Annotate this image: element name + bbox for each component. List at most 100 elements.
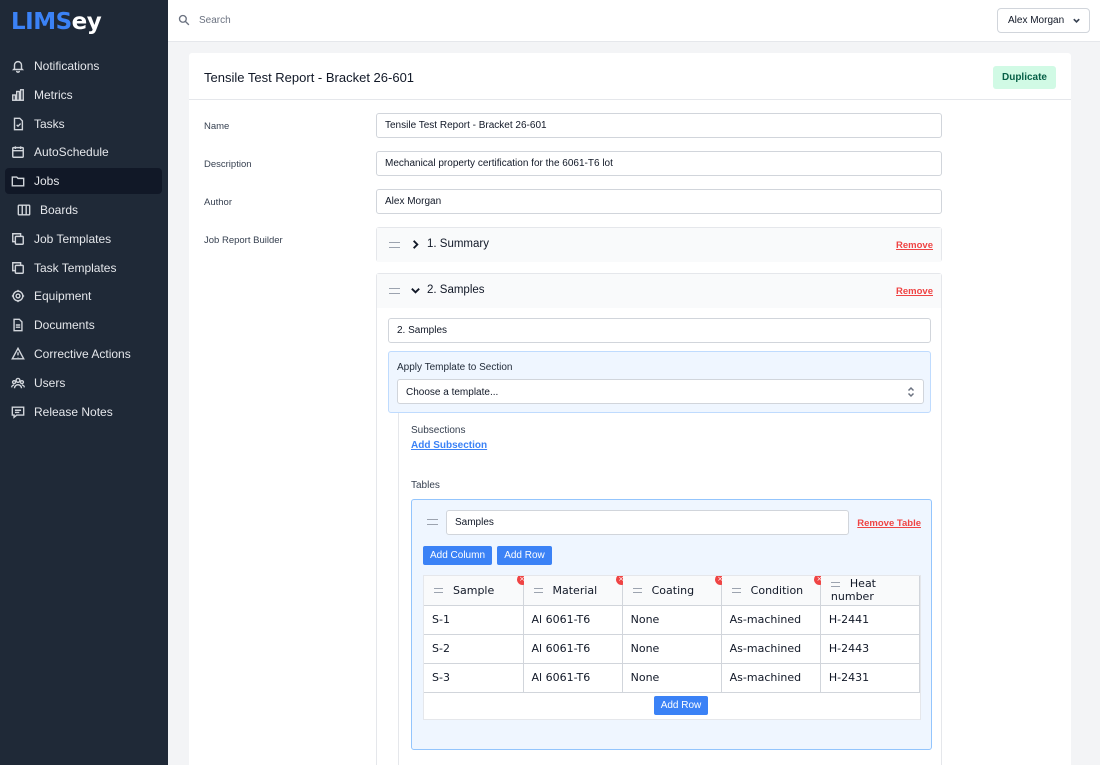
sidebar-item-tasks[interactable]: Tasks	[5, 111, 162, 137]
column-header[interactable]: Coating ×	[622, 576, 726, 606]
section-header[interactable]: 1. Summary Remove	[377, 228, 941, 262]
drag-handle-icon[interactable]	[434, 588, 443, 594]
builder-label: Job Report Builder	[204, 235, 283, 246]
sidebar-item-release-notes[interactable]: Release Notes	[5, 399, 162, 425]
section-title: 1. Summary	[427, 238, 489, 250]
chevron-right-icon[interactable]	[410, 239, 421, 250]
section-summary: 1. Summary Remove	[376, 227, 942, 262]
table-cell[interactable]: Al 6061-T6	[523, 634, 623, 664]
sidebar-item-notifications[interactable]: Notifications	[5, 53, 162, 79]
chat-icon	[11, 405, 25, 419]
section-samples: 2. Samples Remove Apply Template to Sect…	[376, 273, 942, 765]
section-header[interactable]: 2. Samples Remove	[377, 274, 941, 308]
clipboard-check-icon	[11, 117, 25, 131]
column-header[interactable]: Sample ×	[424, 576, 528, 606]
add-subsection-link[interactable]: Add Subsection	[411, 440, 487, 451]
table-cell[interactable]: S-2	[424, 634, 524, 664]
sidebar-item-label: Job Templates	[34, 231, 112, 246]
document-icon	[11, 318, 25, 332]
add-row-bottom-button[interactable]: Add Row	[654, 696, 708, 715]
columns-icon	[17, 203, 31, 217]
table-cell[interactable]: Al 6061-T6	[523, 663, 623, 693]
column-header-label: Material	[552, 583, 598, 597]
page-title: Tensile Test Report - Bracket 26-601	[204, 70, 415, 85]
sidebar-item-autoschedule[interactable]: AutoSchedule	[5, 139, 162, 165]
table-cell[interactable]: H-2431	[820, 663, 920, 693]
drag-handle-icon[interactable]	[389, 288, 400, 294]
drag-handle-icon[interactable]	[389, 242, 400, 248]
sidebar-item-label: Boards	[40, 202, 79, 217]
drag-handle-icon[interactable]	[731, 588, 741, 594]
search-input[interactable]	[199, 14, 399, 26]
sidebar-item-label: Documents	[34, 318, 95, 333]
sidebar-item-label: Jobs	[34, 174, 60, 189]
drag-handle-icon[interactable]	[427, 519, 438, 525]
table-cell[interactable]: Al 6061-T6	[523, 605, 623, 635]
table-header-row: Sample × Material × Coating × Condition × He…	[424, 576, 920, 606]
duplicate-button[interactable]: Duplicate	[993, 66, 1056, 89]
column-header-label: Sample	[453, 583, 495, 597]
column-header[interactable]: Heat number	[820, 576, 920, 606]
add-column-button[interactable]: Add Column	[423, 546, 492, 565]
author-field[interactable]	[376, 189, 942, 214]
table-cell[interactable]: S-3	[424, 663, 524, 693]
calendar-icon	[11, 145, 25, 159]
gear-icon	[11, 289, 25, 303]
remove-section-button[interactable]: Remove	[896, 286, 933, 297]
sidebar-item-jobs[interactable]: Jobs	[5, 168, 162, 195]
author-label: Author	[204, 197, 232, 208]
name-field[interactable]	[376, 113, 942, 138]
table-row: S-3 Al 6061-T6 None As-machined H-2431	[424, 663, 920, 693]
column-header[interactable]: Material ×	[523, 576, 627, 606]
bar-chart-icon	[11, 88, 25, 102]
sidebar-item-documents[interactable]: Documents	[5, 312, 162, 338]
sidebar-item-users[interactable]: Users	[5, 370, 162, 396]
section-title-input[interactable]	[388, 318, 931, 343]
description-field[interactable]	[376, 151, 942, 176]
sidebar-item-job-templates[interactable]: Job Templates	[5, 226, 162, 252]
drag-handle-icon[interactable]	[533, 588, 543, 594]
description-label: Description	[204, 159, 252, 170]
sidebar-item-boards[interactable]: Boards	[5, 197, 162, 223]
logo-part2: ey	[71, 9, 102, 35]
remove-section-button[interactable]: Remove	[896, 240, 933, 251]
table-cell[interactable]: H-2443	[820, 634, 920, 664]
chevron-down-icon[interactable]	[410, 285, 421, 296]
template-select-value: Choose a template...	[406, 387, 499, 398]
user-menu-button[interactable]: Alex Morgan	[997, 8, 1090, 33]
table-cell[interactable]: S-1	[424, 605, 524, 635]
remove-table-button[interactable]: Remove Table	[857, 518, 921, 529]
copy-icon	[11, 261, 25, 275]
table-cell[interactable]: H-2441	[820, 605, 920, 635]
section-body: Subsections Add Subsection Tables Remove…	[398, 413, 932, 765]
column-header-label: Coating	[651, 583, 695, 597]
tables-label: Tables	[411, 480, 440, 491]
sidebar-item-label: Corrective Actions	[34, 346, 131, 361]
drag-handle-icon[interactable]	[632, 588, 642, 594]
sidebar-item-label: Task Templates	[34, 260, 117, 275]
sidebar-item-metrics[interactable]: Metrics	[5, 82, 162, 108]
sidebar: LIMSey Notifications Metrics Tasks AutoS…	[0, 0, 168, 765]
logo-part1: LIMS	[11, 9, 72, 35]
drag-handle-icon[interactable]	[830, 581, 840, 587]
table-cell[interactable]: As-machined	[721, 663, 821, 693]
add-row-button[interactable]: Add Row	[497, 546, 552, 565]
column-header[interactable]: Condition ×	[721, 576, 825, 606]
table-cell[interactable]: As-machined	[721, 634, 821, 664]
template-select[interactable]: Choose a template...	[397, 379, 924, 404]
topbar: Alex Morgan	[168, 0, 1100, 42]
table-cell[interactable]: None	[622, 634, 722, 664]
logo[interactable]: LIMSey	[0, 0, 168, 42]
bell-icon	[11, 59, 25, 73]
subsections-label: Subsections	[411, 425, 466, 436]
table-cell[interactable]: None	[622, 605, 722, 635]
table-cell[interactable]: As-machined	[721, 605, 821, 635]
sidebar-item-corrective-actions[interactable]: Corrective Actions	[5, 341, 162, 367]
table-cell[interactable]: None	[622, 663, 722, 693]
sidebar-item-label: Equipment	[34, 289, 92, 304]
sidebar-item-label: Release Notes	[34, 404, 113, 419]
sidebar-item-task-templates[interactable]: Task Templates	[5, 255, 162, 281]
table-name-input[interactable]	[446, 510, 849, 535]
sidebar-item-label: Notifications	[34, 59, 100, 73]
sidebar-item-equipment[interactable]: Equipment	[5, 283, 162, 309]
